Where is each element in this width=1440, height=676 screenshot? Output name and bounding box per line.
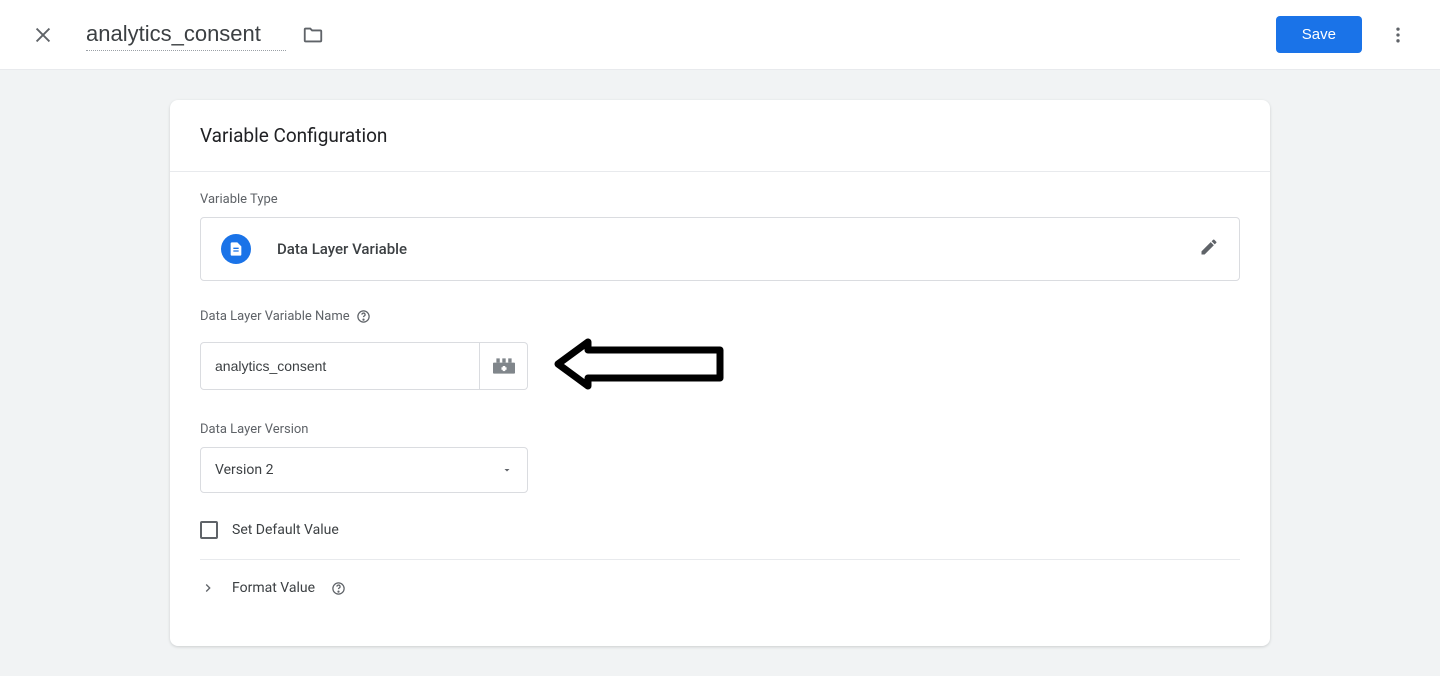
editor-header: Save [0, 0, 1440, 70]
variable-name-input[interactable] [86, 18, 286, 51]
divider [200, 559, 1240, 560]
edit-type-icon[interactable] [1199, 237, 1219, 261]
dlv-name-label: Data Layer Variable Name [200, 309, 1240, 324]
close-button[interactable] [24, 16, 62, 54]
help-button[interactable] [331, 581, 346, 596]
variable-config-card: Variable Configuration Variable Type Dat… [170, 100, 1270, 646]
folder-button[interactable] [302, 24, 324, 46]
version-value: Version 2 [215, 462, 273, 478]
variable-type-name: Data Layer Variable [277, 240, 407, 258]
format-value-row[interactable]: Format Value [200, 576, 1240, 600]
close-icon [32, 24, 54, 46]
version-select[interactable]: Version 2 [200, 447, 528, 493]
version-label: Data Layer Version [200, 422, 1240, 437]
dlv-name-row [200, 334, 1240, 398]
kebab-icon [1388, 25, 1408, 45]
brick-plus-icon [493, 358, 515, 374]
help-icon [356, 309, 371, 324]
arrow-left-icon [550, 334, 730, 394]
chevron-right-icon [200, 580, 216, 596]
format-value-label: Format Value [232, 580, 315, 596]
annotation-arrow [550, 334, 730, 398]
variable-type-label: Variable Type [200, 192, 1240, 207]
help-icon [331, 581, 346, 596]
dropdown-icon [501, 464, 513, 476]
set-default-label: Set Default Value [232, 522, 339, 538]
folder-icon [302, 24, 324, 46]
more-options-button[interactable] [1380, 17, 1416, 53]
card-body: Variable Type Data Layer Variable Data L… [170, 172, 1270, 624]
save-button[interactable]: Save [1276, 16, 1362, 53]
dlv-name-input[interactable] [200, 342, 480, 390]
pencil-icon [1199, 237, 1219, 257]
data-layer-type-icon [221, 234, 251, 264]
set-default-row[interactable]: Set Default Value [200, 521, 1240, 539]
card-title: Variable Configuration [200, 124, 1240, 147]
variable-type-selector[interactable]: Data Layer Variable [200, 217, 1240, 281]
insert-variable-button[interactable] [480, 342, 528, 390]
content-area: Variable Configuration Variable Type Dat… [0, 70, 1440, 676]
help-button[interactable] [356, 309, 371, 324]
card-header: Variable Configuration [170, 100, 1270, 172]
set-default-checkbox[interactable] [200, 521, 218, 539]
